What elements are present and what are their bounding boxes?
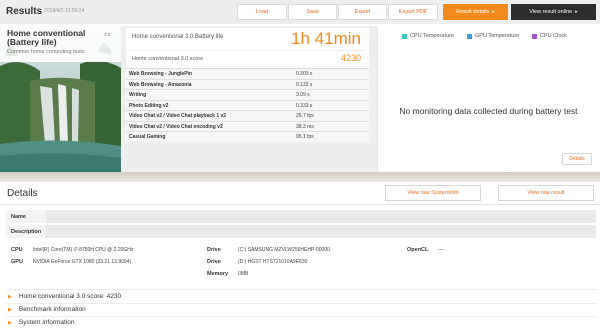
subtest-name: Web Browsing - JunglePin	[129, 71, 192, 77]
subtest-value: 38.3 ms	[296, 123, 314, 130]
cpu-value: Intel(R) Core(TM) i7-8750H CPU @ 2.20GHz	[33, 247, 134, 253]
subtest-value: 0.333 s	[296, 102, 313, 109]
score-label: Home conventional 3.0 score	[132, 56, 204, 62]
chevron-right-icon: ▸	[575, 9, 578, 15]
legend-label: CPU Temperature	[410, 33, 454, 39]
drive-label: Drive	[207, 259, 221, 265]
view-online-label: View result online	[529, 9, 573, 15]
result-timestamp: 2018/4/2 13:56:24	[44, 8, 85, 14]
benchmark-subtitle: Common home computing tests	[7, 49, 85, 55]
drive-c-value: (C:) SAMSUNG MZVLW256HEHP-00000	[238, 247, 330, 253]
export-button[interactable]: Export	[338, 4, 387, 20]
monitoring-panel: CPU Temperature GPU Temperature CPU Cloc…	[377, 26, 600, 172]
table-row: Video Chat v2 / Video Chat encoding v2 3…	[126, 120, 369, 131]
memory-label: Memory	[207, 271, 229, 277]
chevron-right-icon: ▶	[8, 319, 12, 326]
legend-swatch	[467, 33, 472, 39]
legend-label: CPU Clock	[540, 33, 567, 39]
drive-d-value: (D:) HGST HTS721010A9E630	[238, 259, 308, 265]
name-field[interactable]	[46, 210, 596, 223]
subtest-table: Web Browsing - JunglePin 0.303 s Web Bro…	[126, 68, 369, 142]
subtest-name: Writing	[129, 92, 147, 98]
table-row: Photo Editing v2 0.333 s	[126, 99, 369, 110]
divider	[6, 303, 596, 304]
drive-label: Drive	[207, 247, 221, 253]
description-row: Description	[6, 225, 596, 238]
description-label: Description	[11, 229, 42, 235]
section-score[interactable]: ▶ Home conventional 3.0 score: 4230	[8, 293, 121, 300]
table-row: Video Chat v2 / Video Chat playback 1 v2…	[126, 110, 369, 121]
cpu-label: CPU	[11, 247, 23, 253]
subtest-value: 0.132 s	[296, 81, 313, 88]
result-details-label: Result details	[456, 9, 490, 15]
legend-swatch	[402, 33, 407, 39]
divider	[130, 50, 365, 51]
subtest-name: Web Browsing - Amazonia	[129, 81, 192, 88]
score-panel: Home conventional 3.0 Battery life 1h 41…	[121, 26, 377, 172]
save-button[interactable]: Save	[288, 4, 337, 20]
view-raw-systeminfo-button[interactable]: View raw SystemInfo	[385, 185, 481, 201]
view-online-button[interactable]: View result online ▸	[511, 4, 596, 20]
divider	[6, 289, 596, 290]
subtest-name: Video Chat v2 / Video Chat encoding v2	[129, 123, 223, 130]
divider	[0, 204, 600, 205]
name-label: Name	[11, 214, 26, 220]
opencl-value: ----	[438, 247, 445, 253]
chevron-right-icon: ▸	[492, 9, 495, 15]
opencl-label: OpenCL	[407, 247, 429, 253]
legend-cpu-clock[interactable]: CPU Clock	[532, 33, 567, 39]
section-label: System information	[18, 319, 75, 326]
chevron-right-icon: ▶	[8, 293, 12, 300]
table-row: Casual Gaming 95.1 fps	[126, 131, 369, 142]
benchmark-card: Home conventional (Battery life) 3.0 Com…	[0, 26, 121, 172]
result-details-button[interactable]: Result details ▸	[443, 4, 508, 20]
battery-life-label: Home conventional 3.0 Battery life	[132, 34, 224, 40]
subtest-name: Casual Gaming	[129, 134, 166, 140]
results-header: Results 2018/4/2 13:56:24 Load Save Expo…	[0, 0, 600, 24]
subtest-name: Video Chat v2 / Video Chat playback 1 v2	[129, 113, 227, 119]
subtest-value: 3.09 s	[296, 92, 310, 98]
section-label: Benchmark information	[18, 306, 86, 313]
name-row: Name	[6, 210, 596, 223]
benchmark-version: 3.0	[104, 32, 111, 37]
legend-swatch	[532, 33, 537, 39]
table-row: Web Browsing - Amazonia 0.132 s	[126, 78, 369, 89]
gpu-value: NVIDIA GeForce GTX 1080 (23.21.13.9094)	[33, 259, 132, 265]
monitoring-details-button[interactable]: Details	[562, 153, 592, 165]
score-value: 4230	[340, 53, 361, 63]
benchmark-name: Home conventional (Battery life)	[7, 28, 86, 47]
section-divider	[0, 172, 600, 182]
divider	[6, 316, 596, 317]
subtest-value: 26.7 fps	[296, 113, 314, 119]
no-monitoring-message: No monitoring data collected during batt…	[399, 106, 578, 116]
gpu-label: GPU	[11, 259, 23, 265]
export-pdf-button[interactable]: Export PDF	[388, 4, 438, 20]
details-title: Details	[7, 188, 38, 199]
view-raw-result-button[interactable]: View raw result	[498, 185, 594, 201]
subtest-value: 95.1 fps	[296, 134, 314, 140]
battery-life-value: 1h 41min	[291, 29, 361, 48]
memory-value: 0MB	[238, 271, 249, 277]
subtest-value: 0.303 s	[296, 71, 313, 77]
divider	[377, 26, 378, 172]
description-field[interactable]	[46, 225, 596, 238]
page-title: Results	[6, 6, 43, 17]
table-row: Writing 3.09 s	[126, 89, 369, 100]
load-button[interactable]: Load	[237, 4, 287, 20]
section-system-information[interactable]: ▶ System information	[8, 319, 75, 326]
subtest-name: Photo Editing v2	[129, 102, 169, 109]
legend-cpu-temperature[interactable]: CPU Temperature	[402, 33, 454, 39]
legend-gpu-temperature[interactable]: GPU Temperature	[467, 33, 519, 39]
legend-label: GPU Temperature	[475, 33, 520, 39]
section-label: Home conventional 3.0 score: 4230	[18, 293, 122, 300]
table-row: Web Browsing - JunglePin 0.303 s	[126, 68, 369, 79]
section-benchmark-information[interactable]: ▶ Benchmark information	[8, 306, 86, 313]
chevron-right-icon: ▶	[8, 306, 12, 313]
